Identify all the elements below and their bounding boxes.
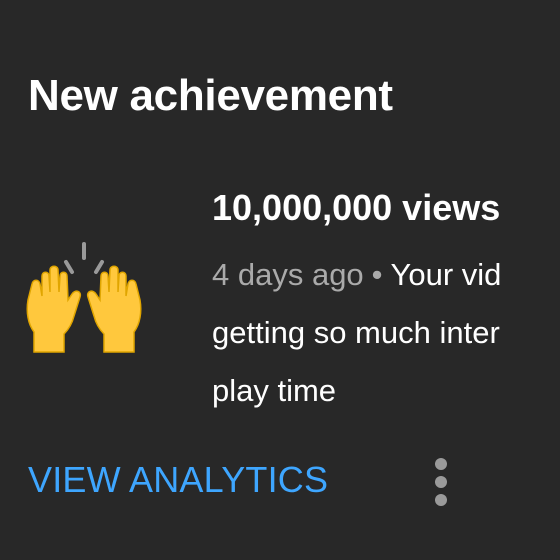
description-line-1: 4 days ago • Your vid xyxy=(212,246,560,304)
achievement-notification-card: New achievement 10,000,000 views 4 days … xyxy=(0,0,560,560)
meta-separator: • xyxy=(371,257,383,292)
message-text: Your vid xyxy=(390,257,502,292)
timestamp: 4 days ago xyxy=(212,257,364,292)
achievement-description: 4 days ago • Your vid getting so much inte… xyxy=(212,246,560,420)
description-line-2: getting so much inter xyxy=(212,315,500,350)
view-analytics-button[interactable]: VIEW ANALYTICS xyxy=(28,456,328,504)
menu-dot xyxy=(435,476,447,488)
achievement-title: 10,000,000 views xyxy=(212,187,501,228)
menu-dot xyxy=(435,458,447,470)
section-heading: New achievement xyxy=(28,71,393,120)
menu-dot xyxy=(435,494,447,506)
description-line-3: play time xyxy=(212,373,337,408)
more-vertical-icon[interactable] xyxy=(420,452,464,512)
raising-hands-icon xyxy=(22,240,146,356)
